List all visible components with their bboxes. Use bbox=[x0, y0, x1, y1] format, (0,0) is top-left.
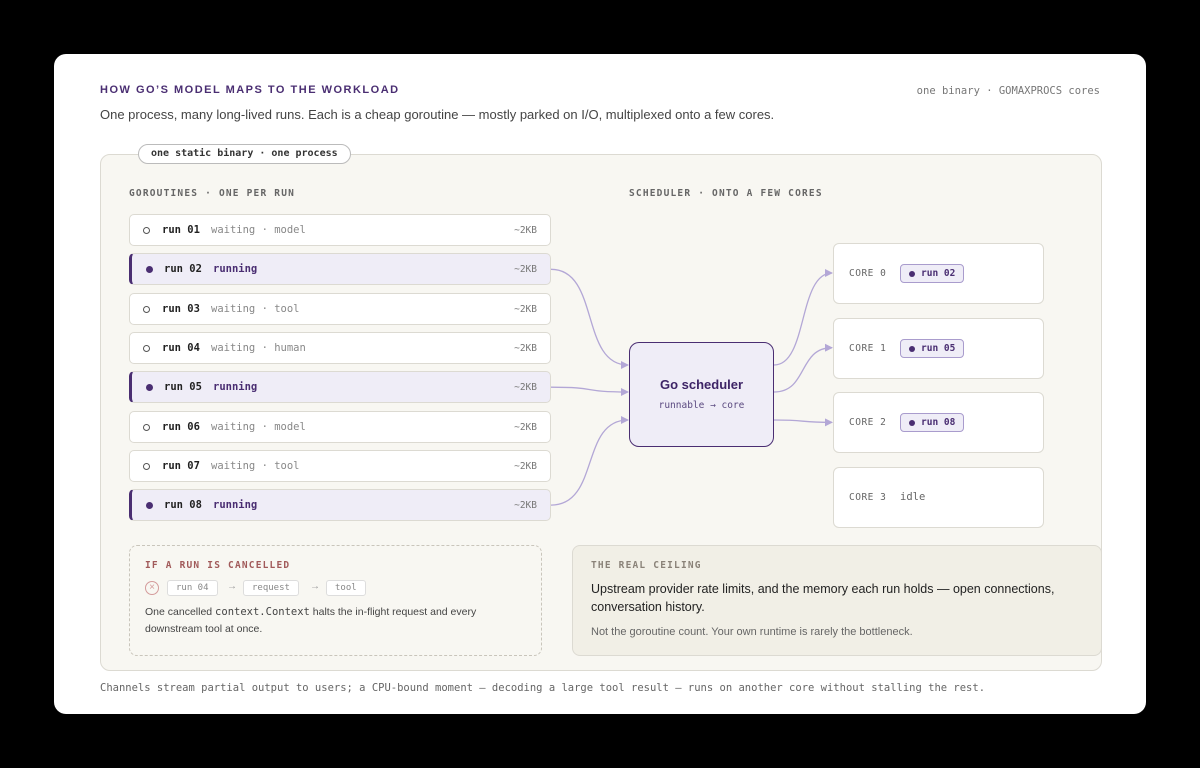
run-status: waiting · model bbox=[211, 224, 306, 236]
run-name: run 02 bbox=[164, 263, 202, 276]
core-assigned-run: run 08 bbox=[900, 413, 965, 433]
goroutine-to-scheduler-wire bbox=[550, 386, 629, 396]
run-memory-size: ~2KB bbox=[514, 264, 537, 276]
run-name: run 04 bbox=[162, 341, 200, 354]
cancel-x-icon: × bbox=[145, 581, 159, 595]
go-scheduler-node: Go scheduler runnable → core bbox=[629, 342, 774, 447]
goroutine-row: run 08 running ~2KB bbox=[129, 489, 551, 522]
goroutine-row: run 07 waiting · tool ~2KB bbox=[129, 449, 551, 482]
run-name: run 01 bbox=[162, 224, 200, 236]
core-label: CORE 2 bbox=[849, 417, 887, 429]
cpu-core-box: CORE 1 run 05 bbox=[833, 317, 1044, 379]
core-label: CORE 0 bbox=[849, 268, 887, 279]
run-status: running bbox=[213, 499, 258, 512]
goroutine-row: run 06 waiting · model ~2KB bbox=[129, 410, 551, 443]
cancel-description: One cancelled context.Context halts the … bbox=[145, 606, 477, 635]
footer-caption: Channels stream partial output to users;… bbox=[100, 682, 986, 694]
scheduler-to-core-wire bbox=[773, 418, 833, 427]
cancel-heading: IF A RUN IS CANCELLED bbox=[145, 560, 291, 571]
run-memory-size: ~2KB bbox=[514, 460, 537, 472]
waiting-dot-icon bbox=[143, 344, 150, 352]
run-name: run 07 bbox=[162, 459, 200, 472]
goroutine-row: run 05 running ~2KB bbox=[129, 371, 551, 404]
goroutine-row: run 04 waiting · human ~2KB bbox=[129, 331, 551, 364]
run-memory-size: ~2KB bbox=[514, 342, 537, 354]
run-status: running bbox=[213, 381, 258, 394]
cancellation-box: IF A RUN IS CANCELLED × run 04 → request… bbox=[129, 545, 542, 656]
core-label: CORE 3 bbox=[849, 492, 887, 504]
core-idle-status: idle bbox=[900, 491, 926, 504]
goroutine-to-scheduler-wire bbox=[550, 268, 629, 369]
run-name: run 08 bbox=[164, 499, 202, 512]
core-assigned-run: run 02 bbox=[900, 264, 965, 283]
run-name: run 06 bbox=[162, 420, 200, 433]
waiting-dot-icon bbox=[143, 305, 150, 313]
running-dot-icon bbox=[146, 266, 153, 274]
ceiling-note: Not the goroutine count. Your own runtim… bbox=[591, 626, 913, 638]
waiting-dot-icon bbox=[143, 227, 150, 234]
run-memory-size: ~2KB bbox=[514, 421, 537, 433]
run-memory-size: ~2KB bbox=[514, 303, 537, 315]
run-name: run 03 bbox=[162, 302, 200, 315]
goroutine-to-scheduler-wire bbox=[550, 416, 629, 506]
goroutine-row: run 03 waiting · tool ~2KB bbox=[129, 292, 551, 325]
run-memory-size: ~2KB bbox=[514, 500, 537, 512]
context-code: context.Context bbox=[215, 606, 310, 618]
goroutine-row: run 01 waiting · model ~2KB bbox=[129, 214, 551, 246]
run-status: waiting · tool bbox=[211, 302, 300, 315]
cancel-chain-chip: request bbox=[243, 580, 299, 596]
core-label: CORE 1 bbox=[849, 342, 887, 354]
scheduler-to-core-wire bbox=[773, 269, 833, 366]
ceiling-main-text: Upstream provider rate limits, and the m… bbox=[591, 582, 1055, 614]
run-status: running bbox=[213, 263, 258, 276]
chain-arrow-icon: → bbox=[227, 581, 237, 592]
ceiling-heading: THE REAL CEILING bbox=[591, 560, 702, 571]
waiting-dot-icon bbox=[143, 462, 150, 470]
cpu-core-box: CORE 2 run 08 bbox=[833, 392, 1044, 454]
real-ceiling-box: THE REAL CEILING Upstream provider rate … bbox=[572, 545, 1102, 656]
run-name: run 05 bbox=[164, 381, 202, 394]
core-assigned-run: run 05 bbox=[900, 338, 965, 358]
cancel-chain-chip: tool bbox=[326, 580, 366, 596]
run-status: waiting · human bbox=[211, 341, 306, 354]
scheduler-subtitle: runnable → core bbox=[658, 400, 745, 411]
goroutine-row: run 02 running ~2KB bbox=[129, 253, 551, 286]
cpu-core-box: CORE 3 idle bbox=[833, 467, 1044, 529]
run-status: waiting · model bbox=[211, 420, 306, 433]
running-dot-icon bbox=[146, 502, 153, 510]
run-memory-size: ~2KB bbox=[514, 382, 537, 394]
diagram-card: HOW GO’S MODEL MAPS TO THE WORKLOAD one … bbox=[54, 54, 1146, 714]
run-memory-size: ~2KB bbox=[514, 225, 537, 236]
waiting-dot-icon bbox=[143, 423, 150, 431]
cpu-core-box: CORE 0 run 02 bbox=[833, 243, 1044, 304]
scheduler-to-core-wire bbox=[773, 343, 833, 393]
cancel-chain-chip: run 04 bbox=[167, 580, 218, 596]
running-dot-icon bbox=[146, 384, 153, 392]
run-status: waiting · tool bbox=[211, 459, 300, 472]
chain-arrow-icon: → bbox=[310, 581, 320, 592]
scheduler-title: Go scheduler bbox=[659, 377, 744, 392]
